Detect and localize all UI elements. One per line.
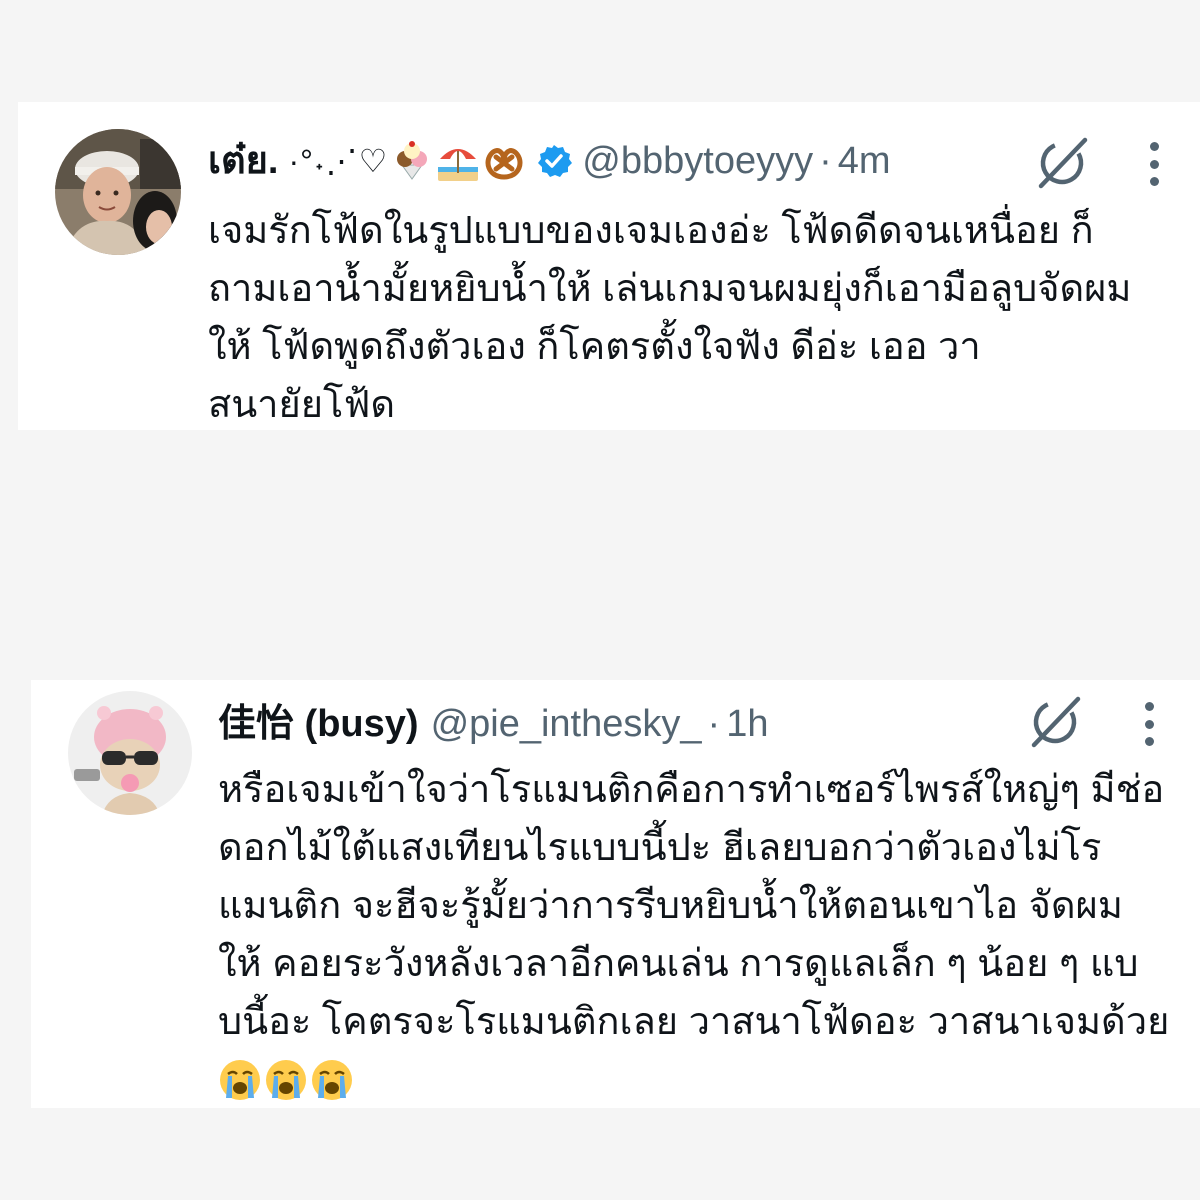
pretzel-icon xyxy=(485,148,523,180)
display-name[interactable]: เต๋ย. xyxy=(208,138,279,184)
tweet-text-line: สนายัยโฟ้ด xyxy=(208,384,396,426)
tweet-text-line: เจมรักโฟ้ดในรูปแบบของเจมเองอ่ะ โฟ้ดดีดจน… xyxy=(208,210,1094,252)
ice-cream-icon xyxy=(397,141,428,180)
avatar[interactable] xyxy=(55,129,181,255)
grok-icon[interactable] xyxy=(1026,693,1084,751)
tweet-header: เต๋ย. ·°˖⋰♡ @bbbytoeyyy · 4m xyxy=(208,138,891,184)
verified-badge-icon xyxy=(538,145,573,177)
tweet-text-line: บนี้อะ โคตรจะโรแมนติกเลย วาสนาโฟ้ดอะ วาส… xyxy=(218,1001,1170,1043)
beach-umbrella-icon xyxy=(438,149,479,181)
separator-dot: · xyxy=(707,703,721,745)
tweet-card[interactable]: 佳怡 (busy) @pie_inthesky_ · 1h หรือเจมเข้… xyxy=(31,680,1200,1108)
tweet-text: หรือเจมเข้าใจว่าโรแมนติกคือการทำเซอร์ไพร… xyxy=(218,761,1178,1109)
more-options-icon[interactable] xyxy=(1141,702,1157,746)
more-options-icon[interactable] xyxy=(1146,142,1162,186)
grok-icon[interactable] xyxy=(1033,134,1091,192)
display-name[interactable]: 佳怡 (busy) xyxy=(218,701,419,747)
tweet-card[interactable]: เต๋ย. ·°˖⋰♡ @bbbytoeyyy · 4m เจมรักโฟ้ดใ… xyxy=(18,102,1200,430)
tweet-header: 佳怡 (busy) @pie_inthesky_ · 1h xyxy=(218,701,768,747)
user-handle[interactable]: @pie_inthesky_ xyxy=(431,701,702,747)
tweet-text-line: ดอกไม้ใต้แสงเทียนไรแบบนี้ปะ ฮีเลยบอกว่าต… xyxy=(218,827,1102,869)
name-decoration: ·°˖⋰♡ xyxy=(288,143,389,179)
tweet-text-line: ให้ โฟ้ดพูดถึงตัวเอง ก็โคตรตั้งใจฟัง ดีอ… xyxy=(208,326,981,368)
timestamp[interactable]: 4m xyxy=(838,138,891,184)
avatar[interactable] xyxy=(68,691,192,815)
loudly-crying-face-icon xyxy=(220,1060,260,1100)
separator-dot: · xyxy=(819,140,832,182)
tweet-text: เจมรักโฟ้ดในรูปแบบของเจมเองอ่ะ โฟ้ดดีดจน… xyxy=(208,202,1183,434)
user-handle[interactable]: @bbbytoeyyy xyxy=(582,138,813,184)
crying-emoji-row xyxy=(218,1051,1178,1109)
screenshot-canvas: เต๋ย. ·°˖⋰♡ @bbbytoeyyy · 4m เจมรักโฟ้ดใ… xyxy=(0,0,1200,1200)
tweet-text-line: ถามเอาน้ำมั้ยหยิบน้ำให้ เล่นเกมจนผมยุ่งก… xyxy=(208,268,1132,310)
loudly-crying-face-icon xyxy=(266,1060,306,1100)
loudly-crying-face-icon xyxy=(312,1060,352,1100)
tweet-text-line: แมนติก จะฮีจะรู้มั้ยว่าการรีบหยิบน้ำให้ต… xyxy=(218,885,1123,927)
timestamp[interactable]: 1h xyxy=(726,701,768,747)
tweet-text-line: หรือเจมเข้าใจว่าโรแมนติกคือการทำเซอร์ไพร… xyxy=(218,769,1165,811)
tweet-text-line: ให้ คอยระวังหลังเวลาอีกคนเล่น การดูแลเล็… xyxy=(218,943,1139,985)
